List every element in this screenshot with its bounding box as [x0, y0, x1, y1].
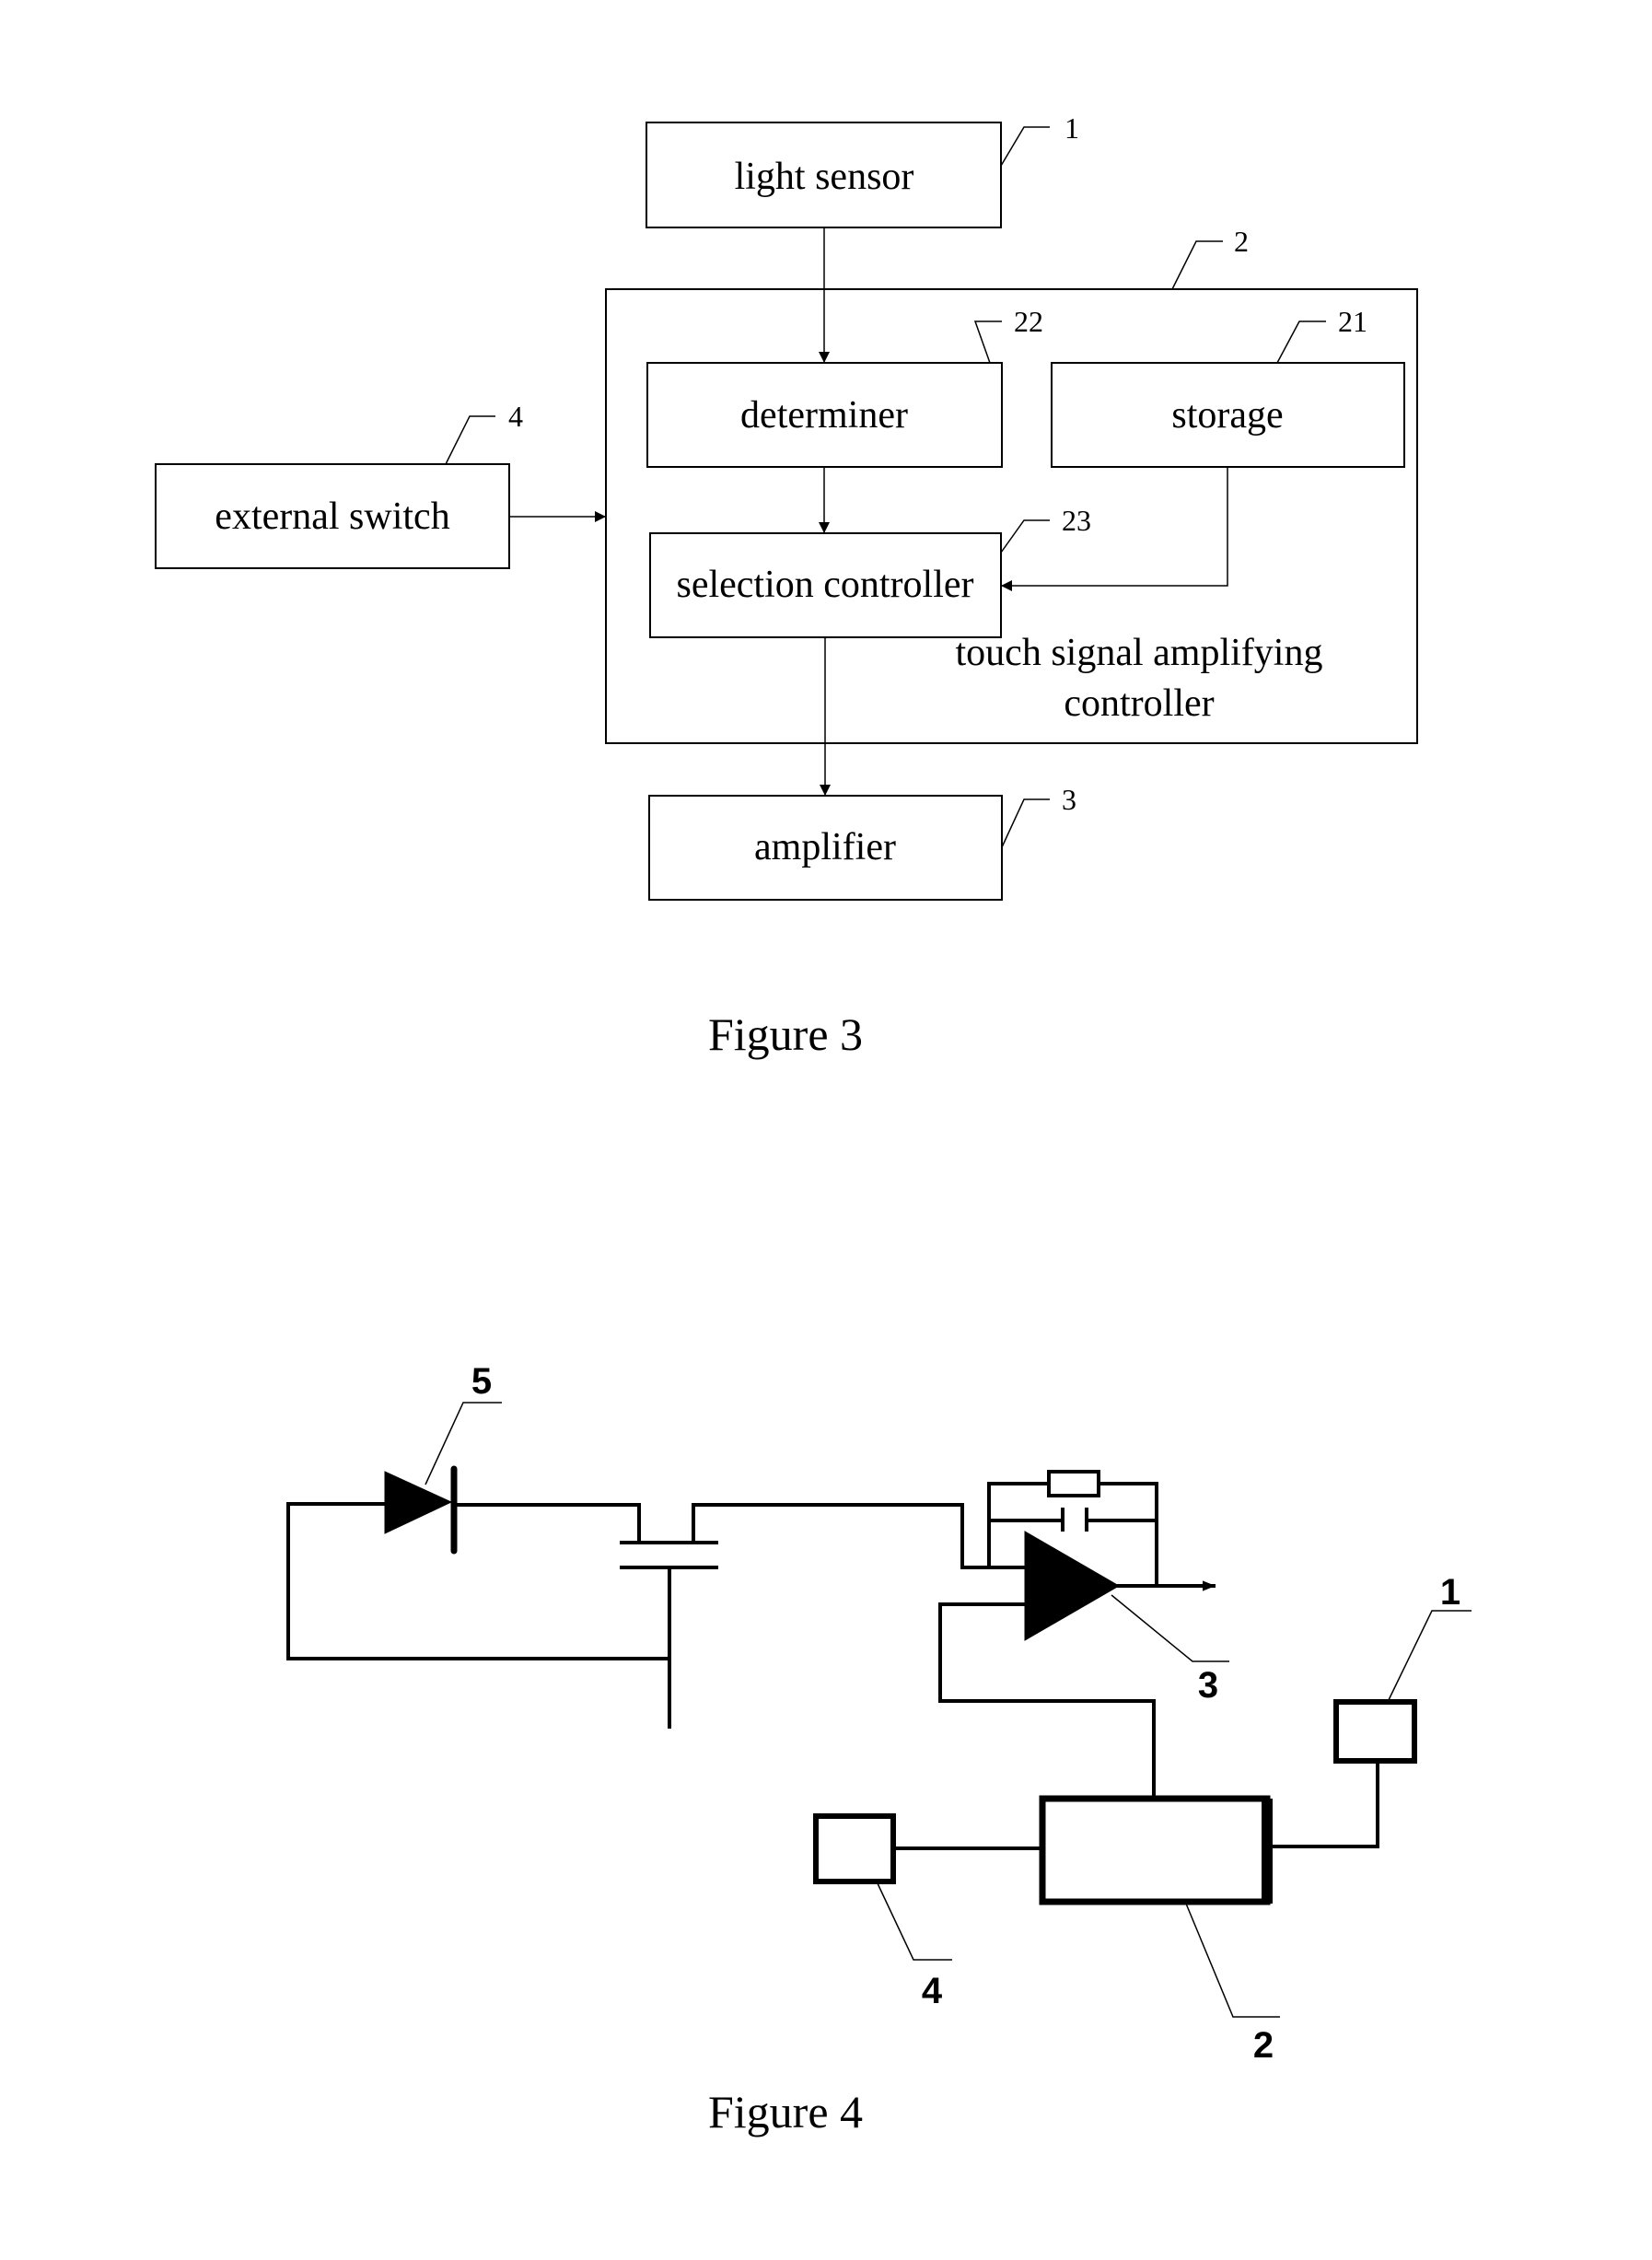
storage-block: storage 21 — [1051, 305, 1405, 468]
determiner-block: determiner 22 — [646, 305, 1043, 468]
controller-box — [605, 288, 1418, 744]
ref-number-2-fig4: 2 — [1253, 2025, 1274, 2066]
ref-leader-3-fig4 — [1111, 1594, 1229, 1662]
amplifier-label: amplifier — [754, 826, 896, 868]
determiner-label: determiner — [740, 394, 908, 437]
ref-number-2: 2 — [1234, 225, 1249, 258]
ref-leader-3 — [1001, 798, 1050, 848]
ref-number-1: 1 — [1064, 111, 1079, 145]
ref-number-3: 3 — [1062, 783, 1076, 816]
selection-controller-block: selection controller 23 — [649, 504, 1091, 638]
wire-diode-to-capacitor — [454, 1503, 641, 1543]
opamp-triangle — [1024, 1531, 1120, 1641]
ref-leader-5 — [425, 1402, 502, 1485]
ref-leader-2-fig4 — [1185, 1903, 1280, 2018]
ref-number-23: 23 — [1062, 504, 1091, 537]
external-switch-label: external switch — [215, 495, 449, 538]
amplifier-block: amplifier 3 — [648, 783, 1076, 901]
ref-number-5: 5 — [471, 1361, 492, 1402]
figure-3: light sensor 1 2 touch signal amplifying… — [155, 111, 1418, 1060]
light-sensor-block: light sensor 1 — [646, 111, 1079, 228]
figure-4-caption: Figure 4 — [708, 2086, 863, 2138]
external-switch-block: external switch 4 — [155, 400, 523, 569]
touch-signal-amplifying-controller-block: 2 touch signal amplifying controller — [605, 225, 1418, 744]
ref-number-1-fig4: 1 — [1440, 1572, 1460, 1613]
ref-leader-21 — [1276, 320, 1326, 364]
light-sensor-box-fig4 — [1333, 1699, 1417, 1764]
ref-leader-4-fig4 — [876, 1881, 952, 1961]
figure-4: 5 3 1 2 4 Figure 4 — [286, 1361, 1472, 2138]
photodiode-triangle — [384, 1471, 453, 1534]
ref-leader-22 — [973, 320, 1002, 364]
controller-box-fig4 — [1039, 1795, 1271, 1905]
ref-leader-1 — [1000, 126, 1050, 167]
ref-number-22: 22 — [1014, 305, 1043, 338]
ref-number-4: 4 — [508, 400, 523, 433]
external-switch-box-fig4 — [813, 1813, 896, 1884]
controller-label-line2: controller — [1064, 682, 1214, 725]
wire-capacitor-to-opamp — [692, 1503, 1027, 1569]
ref-leader-1-fig4 — [1387, 1610, 1472, 1703]
light-sensor-label: light sensor — [735, 156, 914, 198]
arrow-storage-to-selection-controller — [1001, 467, 1228, 591]
figure-3-caption: Figure 3 — [708, 1008, 863, 1060]
wire-controller-to-light-sensor — [1270, 1761, 1379, 1848]
ref-leader-4 — [445, 415, 495, 465]
selection-controller-label: selection controller — [676, 564, 973, 606]
wire-diode-loop — [286, 1502, 669, 1660]
ref-number-4-fig4: 4 — [922, 1971, 943, 2011]
ref-leader-23 — [1000, 519, 1050, 553]
feedback-resistor — [1047, 1470, 1100, 1497]
ref-leader-2 — [1171, 240, 1223, 290]
patent-drawing-sheet: light sensor 1 2 touch signal amplifying… — [155, 111, 1472, 2138]
storage-label: storage — [1171, 394, 1283, 437]
ref-number-3-fig4: 3 — [1198, 1665, 1218, 1706]
controller-label-line1: touch signal amplifying — [956, 632, 1323, 674]
wire-opamp-to-controller — [938, 1602, 1156, 1796]
ref-number-21: 21 — [1338, 305, 1367, 338]
wire-feedback-right — [1099, 1482, 1158, 1586]
